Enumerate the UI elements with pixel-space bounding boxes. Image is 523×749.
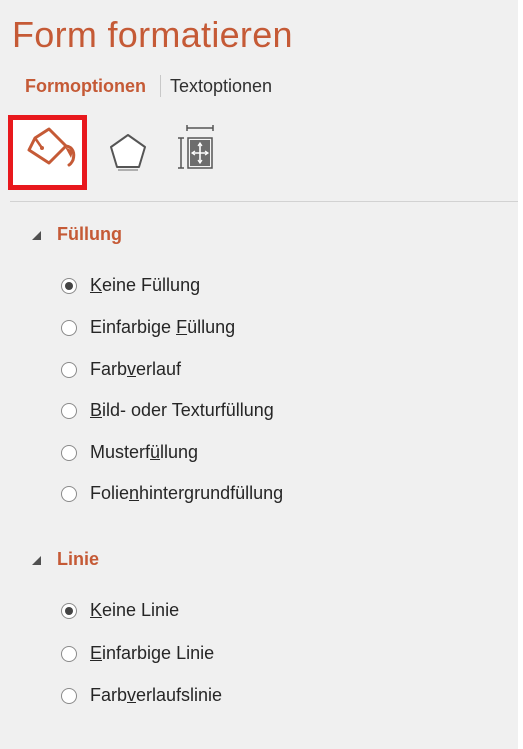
category-icon-row	[0, 112, 518, 192]
caret-expanded-icon	[32, 231, 41, 240]
radio-button[interactable]	[61, 444, 77, 461]
tab-separator	[159, 75, 161, 97]
radio-selected-dot	[65, 606, 73, 615]
line-section-header[interactable]: Linie	[32, 549, 99, 570]
caret-expanded-icon	[32, 556, 41, 565]
radio-button[interactable]	[61, 361, 77, 378]
fill-option-label: Farbverlauf	[90, 359, 182, 379]
radio-button[interactable]	[61, 319, 77, 336]
options-tabs: Formoptionen Textoptionen	[25, 75, 272, 97]
fill-line-button[interactable]	[8, 115, 87, 190]
pane-right-edge	[518, 0, 523, 749]
radio-selected-dot	[65, 281, 73, 290]
line-option-none[interactable]: Keine Linie	[61, 600, 179, 621]
line-option-label: Einfarbige Linie	[90, 643, 215, 663]
fill-option-picture-texture[interactable]: Bild- oder Texturfüllung	[61, 400, 274, 421]
fill-option-label: Keine Füllung	[90, 275, 201, 295]
line-section-title: Linie	[57, 549, 100, 569]
tab-formoptionen[interactable]: Formoptionen	[25, 76, 146, 97]
line-option-label: Farbverlaufslinie	[90, 685, 223, 705]
fill-option-label: Bild- oder Texturfüllung	[90, 400, 274, 420]
fill-option-pattern[interactable]: Musterfüllung	[61, 442, 198, 463]
fill-option-label: Folienhintergrundfüllung	[90, 483, 284, 503]
line-option-label: Keine Linie	[90, 600, 180, 620]
tab-textoptionen[interactable]: Textoptionen	[170, 76, 272, 97]
fill-option-solid[interactable]: Einfarbige Füllung	[61, 317, 235, 338]
radio-button[interactable]	[61, 402, 77, 419]
fill-option-slide-background[interactable]: Folienhintergrundfüllung	[61, 483, 283, 504]
radio-button[interactable]	[61, 485, 77, 502]
fill-option-none[interactable]: Keine Füllung	[61, 275, 200, 296]
fill-section-title: Füllung	[57, 224, 122, 244]
radio-button[interactable]	[61, 687, 77, 704]
fill-option-gradient[interactable]: Farbverlauf	[61, 359, 181, 380]
line-option-gradient[interactable]: Farbverlaufslinie	[61, 685, 222, 706]
fill-line-icon	[27, 127, 76, 167]
line-option-solid[interactable]: Einfarbige Linie	[61, 643, 214, 664]
toolbar-divider	[10, 201, 518, 202]
size-properties-icon	[178, 125, 214, 169]
fill-option-label: Einfarbige Füllung	[90, 317, 236, 337]
format-shape-pane: Form formatieren Formoptionen Textoption…	[0, 0, 518, 749]
size-properties-button[interactable]	[166, 120, 226, 180]
radio-button[interactable]	[61, 602, 77, 619]
radio-button[interactable]	[61, 645, 77, 662]
effects-button[interactable]	[98, 122, 158, 182]
fill-section-header[interactable]: Füllung	[32, 224, 122, 245]
radio-button[interactable]	[61, 277, 77, 294]
fill-option-label: Musterfüllung	[90, 442, 199, 462]
pane-title: Form formatieren	[12, 14, 293, 55]
pentagon-icon	[110, 134, 146, 171]
